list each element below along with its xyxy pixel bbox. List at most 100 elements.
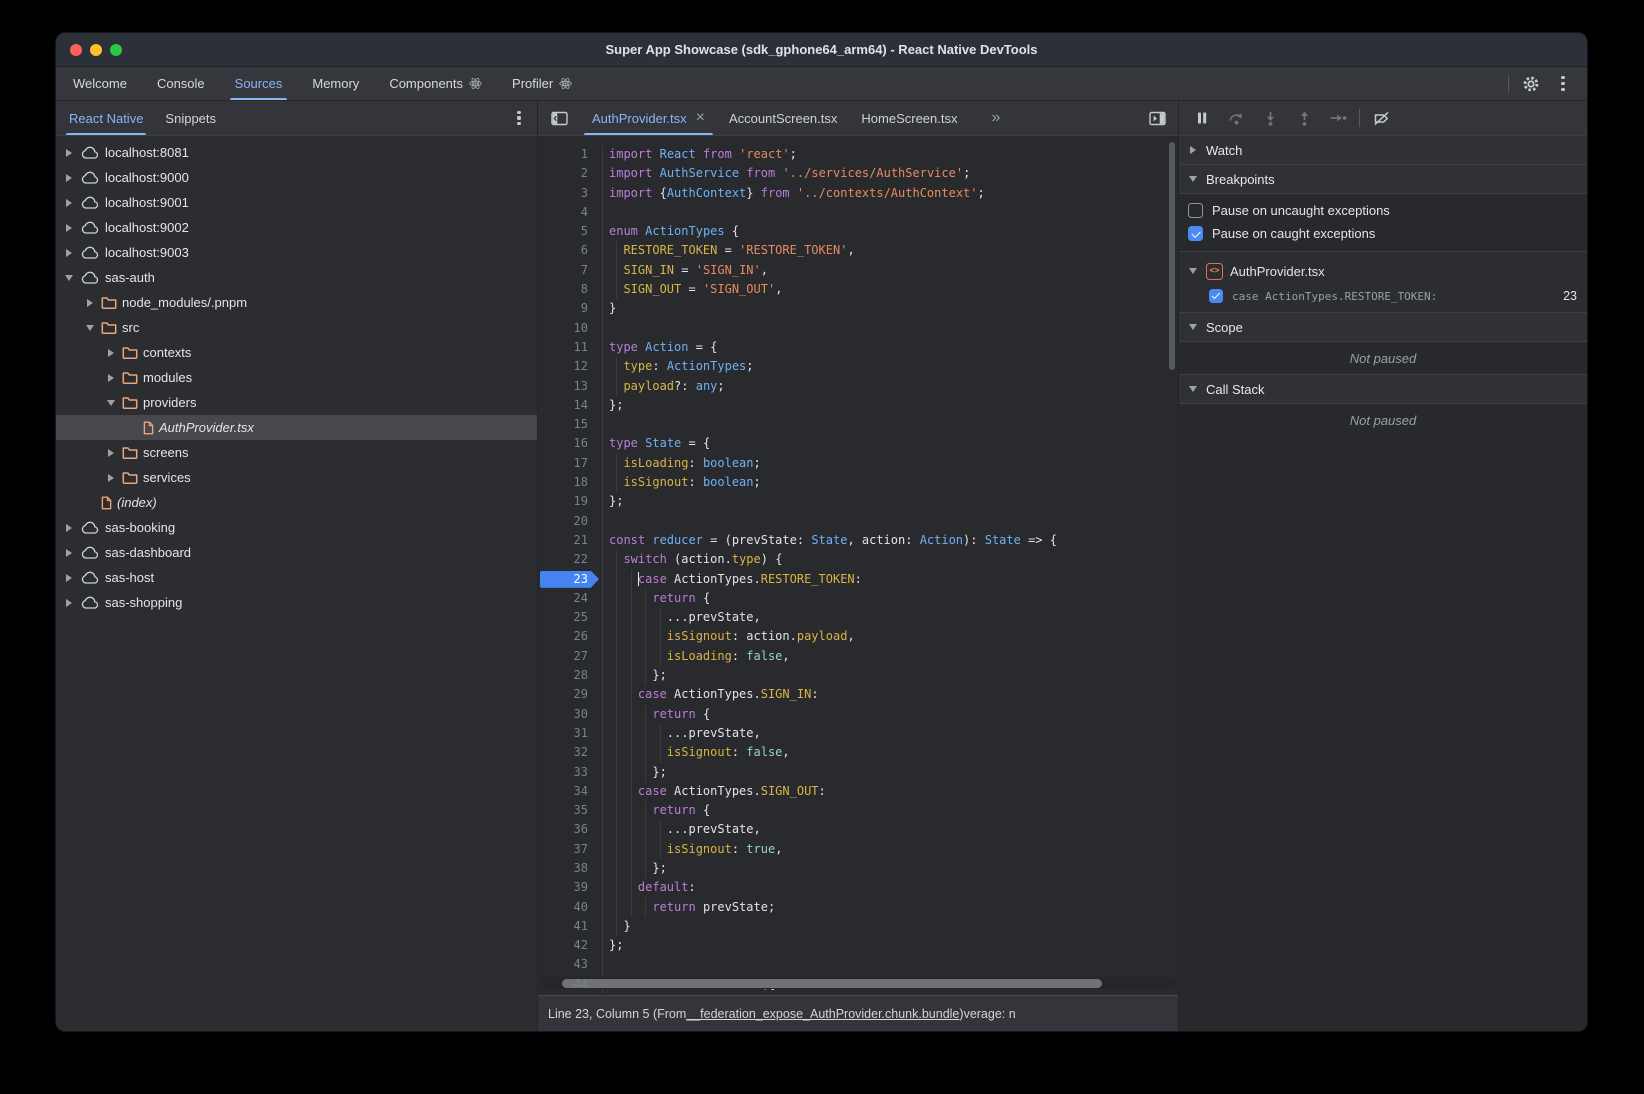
- line-number-21[interactable]: 21: [538, 531, 603, 550]
- code-line-text[interactable]: isLoading: boolean;: [609, 454, 1178, 473]
- line-number-18[interactable]: 18: [538, 473, 603, 492]
- code-line-15[interactable]: 15: [538, 415, 1178, 434]
- line-number-42[interactable]: 42: [538, 936, 603, 955]
- breakpoint-marker-icon[interactable]: [540, 571, 599, 588]
- chevron-right-icon[interactable]: [62, 149, 75, 157]
- chevron-down-icon[interactable]: [83, 325, 96, 331]
- code-line-21[interactable]: 21 const reducer = (prevState: State, act…: [538, 531, 1178, 550]
- chevron-right-icon[interactable]: [62, 224, 75, 232]
- line-number-9[interactable]: 9: [538, 299, 603, 318]
- code-line-text[interactable]: const reducer = (prevState: State, actio…: [609, 531, 1178, 550]
- chevron-right-icon[interactable]: [62, 174, 75, 182]
- line-number-31[interactable]: 31: [538, 724, 603, 743]
- show-debugger-panel-button[interactable]: [1136, 101, 1178, 135]
- code-line-14[interactable]: 14};: [538, 396, 1178, 415]
- tree-item-localhost-9002[interactable]: localhost:9002: [56, 215, 537, 240]
- editor-tab-accountscreen-tsx[interactable]: AccountScreen.tsx: [717, 101, 849, 135]
- code-line-23[interactable]: 23 case ActionTypes.RESTORE_TOKEN:: [538, 570, 1178, 589]
- code-line-text[interactable]: isSignout: action.payload,: [609, 627, 1178, 646]
- code-line-16[interactable]: 16type State = {: [538, 434, 1178, 453]
- editor-tab-authprovider-tsx[interactable]: AuthProvider.tsx×: [580, 101, 717, 135]
- step-into-button[interactable]: [1257, 105, 1283, 131]
- watch-disclosure[interactable]: [1186, 146, 1199, 154]
- more-options-button[interactable]: [1553, 72, 1573, 96]
- code-line-text[interactable]: }: [609, 917, 1178, 936]
- line-number-10[interactable]: 10: [538, 319, 603, 338]
- code-line-29[interactable]: 29 case ActionTypes.SIGN_IN:: [538, 685, 1178, 704]
- code-line-text[interactable]: case ActionTypes.SIGN_OUT:: [609, 782, 1178, 801]
- tree-item-localhost-9003[interactable]: localhost:9003: [56, 240, 537, 265]
- code-line-text[interactable]: import AuthService from '../services/Aut…: [609, 164, 1178, 183]
- code-line-text[interactable]: ...prevState,: [609, 608, 1178, 627]
- tab-profiler[interactable]: Profiler: [497, 67, 587, 100]
- navigator-more-button[interactable]: [509, 106, 529, 130]
- tree-item-modules[interactable]: modules: [56, 365, 537, 390]
- code-line-39[interactable]: 39 default:: [538, 878, 1178, 897]
- tree-item-src[interactable]: src: [56, 315, 537, 340]
- code-line-text[interactable]: type State = {: [609, 434, 1178, 453]
- line-number-30[interactable]: 30: [538, 705, 603, 724]
- line-number-11[interactable]: 11: [538, 338, 603, 357]
- watch-section-header[interactable]: Watch: [1179, 136, 1587, 165]
- line-number-7[interactable]: 7: [538, 261, 603, 280]
- code-line-text[interactable]: };: [609, 859, 1178, 878]
- code-line-text[interactable]: };: [609, 396, 1178, 415]
- code-line-7[interactable]: 7 SIGN_IN = 'SIGN_IN',: [538, 261, 1178, 280]
- code-line-33[interactable]: 33 };: [538, 763, 1178, 782]
- navigator-tab-snippets[interactable]: Snippets: [154, 101, 227, 135]
- line-number-12[interactable]: 12: [538, 357, 603, 376]
- code-line-text[interactable]: enum ActionTypes {: [609, 222, 1178, 241]
- close-tab-icon[interactable]: ×: [696, 110, 705, 126]
- code-line-text[interactable]: [609, 512, 1178, 531]
- line-number-40[interactable]: 40: [538, 898, 603, 917]
- chevron-right-icon[interactable]: [104, 374, 117, 382]
- pause-on-uncaught-row[interactable]: Pause on uncaught exceptions: [1179, 199, 1587, 222]
- code-line-text[interactable]: return prevState;: [609, 898, 1178, 917]
- chevron-down-icon[interactable]: [104, 400, 117, 406]
- tab-sources[interactable]: Sources: [220, 67, 298, 100]
- code-line-2[interactable]: 2import AuthService from '../services/Au…: [538, 164, 1178, 183]
- code-line-text[interactable]: isSignout: false,: [609, 743, 1178, 762]
- vertical-scrollbar[interactable]: [1168, 140, 1176, 975]
- line-number-5[interactable]: 5: [538, 222, 603, 241]
- line-number-20[interactable]: 20: [538, 512, 603, 531]
- code-line-36[interactable]: 36 ...prevState,: [538, 820, 1178, 839]
- tree-item-screens[interactable]: screens: [56, 440, 537, 465]
- code-line-43[interactable]: 43: [538, 955, 1178, 974]
- chevron-right-icon[interactable]: [62, 524, 75, 532]
- tree-item-sas-shopping[interactable]: sas-shopping: [56, 590, 537, 615]
- code-line-text[interactable]: };: [609, 666, 1178, 685]
- navigator-tab-react-native[interactable]: React Native: [58, 101, 154, 135]
- code-line-10[interactable]: 10: [538, 319, 1178, 338]
- code-line-text[interactable]: [609, 415, 1178, 434]
- code-line-13[interactable]: 13 payload?: any;: [538, 377, 1178, 396]
- hide-navigator-button[interactable]: [538, 101, 580, 135]
- code-line-text[interactable]: ...prevState,: [609, 820, 1178, 839]
- code-line-text[interactable]: type: ActionTypes;: [609, 357, 1178, 376]
- tree-item-providers[interactable]: providers: [56, 390, 537, 415]
- code-line-text[interactable]: switch (action.type) {: [609, 550, 1178, 569]
- scope-section-header[interactable]: Scope: [1179, 312, 1587, 342]
- source-bundle-link[interactable]: __federation_expose_AuthProvider.chunk.b…: [686, 1007, 959, 1021]
- tree-item-index[interactable]: (index): [56, 490, 537, 515]
- vertical-scrollbar-thumb[interactable]: [1169, 142, 1175, 370]
- pause-button[interactable]: [1189, 105, 1215, 131]
- code-line-32[interactable]: 32 isSignout: false,: [538, 743, 1178, 762]
- code-line-text[interactable]: isSignout: boolean;: [609, 473, 1178, 492]
- settings-button[interactable]: [1519, 72, 1543, 96]
- breakpoint-entry-checkbox[interactable]: [1209, 289, 1223, 303]
- line-number-19[interactable]: 19: [538, 492, 603, 511]
- editor-tab-homescreen-tsx[interactable]: HomeScreen.tsx: [849, 101, 969, 135]
- horizontal-scrollbar[interactable]: [540, 977, 1176, 989]
- tab-overflow-button[interactable]: »: [991, 101, 999, 135]
- line-number-43[interactable]: 43: [538, 955, 603, 974]
- code-line-26[interactable]: 26 isSignout: action.payload,: [538, 627, 1178, 646]
- tree-item-node-modules-pnpm[interactable]: node_modules/.pnpm: [56, 290, 537, 315]
- call-stack-disclosure[interactable]: [1186, 386, 1199, 392]
- step-out-button[interactable]: [1291, 105, 1317, 131]
- horizontal-scrollbar-thumb[interactable]: [562, 979, 1102, 988]
- pause-on-uncaught-checkbox[interactable]: [1188, 203, 1203, 218]
- line-number-36[interactable]: 36: [538, 820, 603, 839]
- code-line-19[interactable]: 19};: [538, 492, 1178, 511]
- line-number-23[interactable]: 23: [538, 570, 603, 589]
